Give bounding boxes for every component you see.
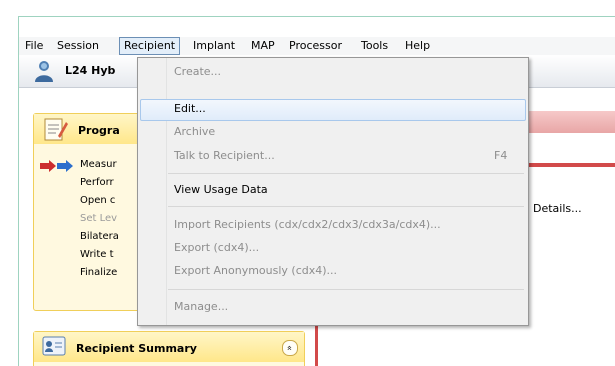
menu-map[interactable]: MAP bbox=[247, 37, 279, 55]
menu-help[interactable]: Help bbox=[401, 37, 434, 55]
task-open[interactable]: Open c bbox=[80, 195, 115, 206]
task-bilateral[interactable]: Bilatera bbox=[80, 231, 119, 242]
menu-session[interactable]: Session bbox=[53, 37, 103, 55]
menu-processor[interactable]: Processor bbox=[285, 37, 346, 55]
user-icon bbox=[35, 61, 53, 82]
menu-separator bbox=[168, 289, 524, 290]
recipient-card-icon bbox=[42, 336, 66, 356]
menu-item-create[interactable]: Create... bbox=[174, 62, 221, 82]
task-finalize[interactable]: Finalize bbox=[80, 267, 117, 278]
summary-panel-header[interactable]: Recipient Summary » bbox=[34, 332, 304, 362]
menu-bar: File Session Recipient Implant MAP Proce… bbox=[19, 37, 615, 55]
menu-tools[interactable]: Tools bbox=[357, 37, 392, 55]
menu-item-archive[interactable]: Archive bbox=[174, 122, 215, 142]
menu-item-talk-to-recipient[interactable]: Talk to Recipient... bbox=[174, 146, 275, 166]
app-window: File Session Recipient Implant MAP Proce… bbox=[18, 16, 615, 366]
details-button-label: Details... bbox=[533, 202, 582, 215]
current-step-arrows-icon bbox=[40, 160, 73, 172]
menu-item-edit[interactable]: Edit... bbox=[174, 99, 206, 119]
task-write[interactable]: Write t bbox=[80, 249, 114, 260]
menu-item-import-recipients[interactable]: Import Recipients (cdx/cdx2/cdx3/cdx3a/c… bbox=[174, 215, 441, 235]
recipient-menu-dropdown: Create... Edit... Archive Talk to Recipi… bbox=[137, 57, 529, 326]
notepad-icon bbox=[44, 118, 68, 141]
menu-separator bbox=[168, 173, 524, 174]
summary-panel-title: Recipient Summary bbox=[76, 342, 197, 355]
menu-separator bbox=[168, 206, 524, 207]
menu-file[interactable]: File bbox=[21, 37, 47, 55]
recipient-name: L24 Hyb bbox=[65, 64, 116, 77]
menu-item-export-anonymously[interactable]: Export Anonymously (cdx4)... bbox=[174, 261, 337, 281]
menu-item-manage[interactable]: Manage... bbox=[174, 297, 228, 317]
menu-item-export[interactable]: Export (cdx4)... bbox=[174, 238, 259, 258]
menu-item-view-usage-data[interactable]: View Usage Data bbox=[174, 180, 268, 200]
collapse-chevron-icon[interactable]: » bbox=[282, 340, 298, 356]
program-panel-title: Progra bbox=[78, 124, 120, 137]
recipient-summary-panel: Recipient Summary » bbox=[33, 331, 305, 366]
task-set-levels: Set Lev bbox=[80, 213, 118, 224]
menu-implant[interactable]: Implant bbox=[189, 37, 239, 55]
menu-recipient[interactable]: Recipient bbox=[119, 37, 181, 55]
shortcut-f4: F4 bbox=[494, 149, 508, 162]
task-measure[interactable]: Measur bbox=[80, 159, 117, 170]
task-perform[interactable]: Perforr bbox=[80, 177, 114, 188]
